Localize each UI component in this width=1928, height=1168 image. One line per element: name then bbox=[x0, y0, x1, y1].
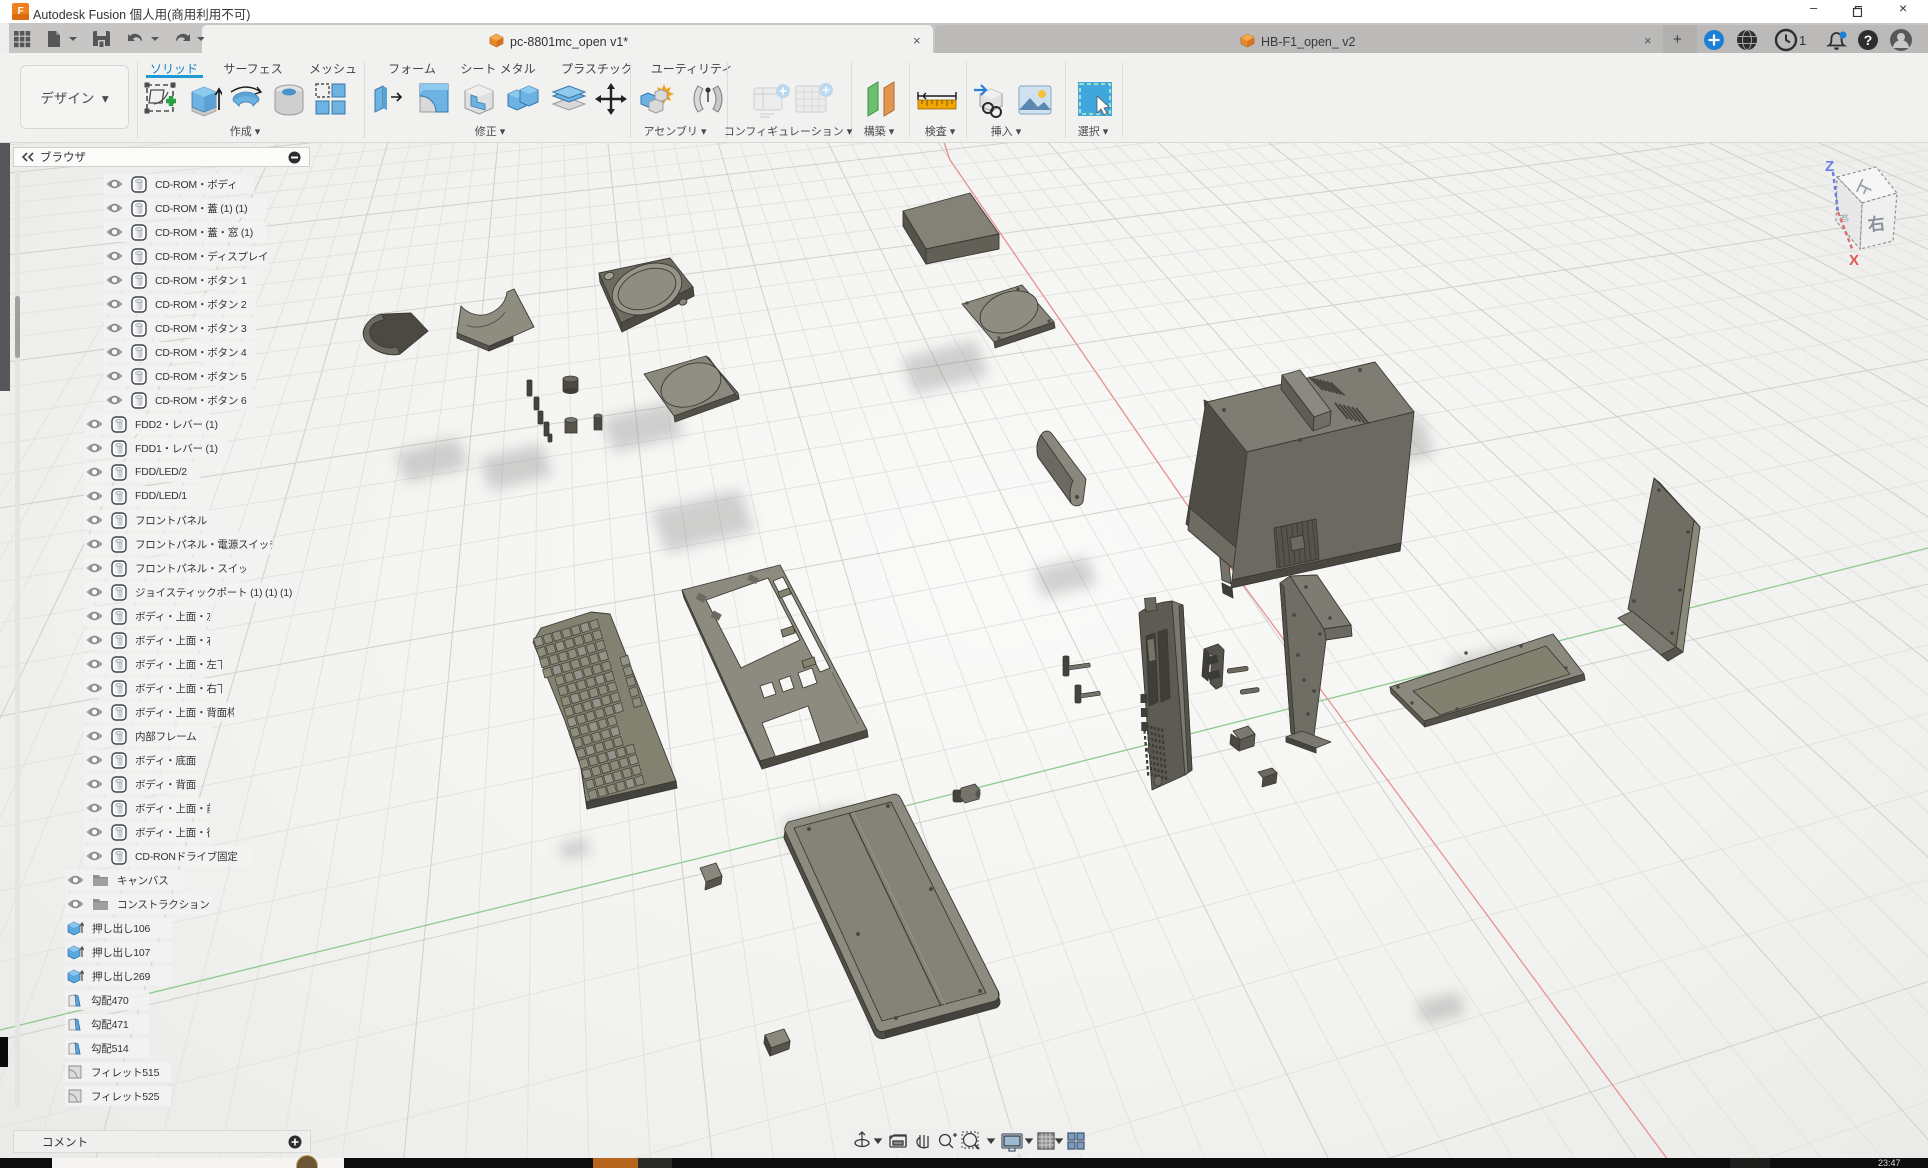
svg-text:F: F bbox=[17, 6, 23, 17]
svg-text:?: ? bbox=[1864, 32, 1873, 48]
svg-text:Z: Z bbox=[1825, 158, 1834, 175]
svg-text:右: 右 bbox=[1867, 213, 1886, 235]
svg-text:X: X bbox=[1849, 252, 1859, 269]
svg-text:1: 1 bbox=[1799, 33, 1806, 48]
